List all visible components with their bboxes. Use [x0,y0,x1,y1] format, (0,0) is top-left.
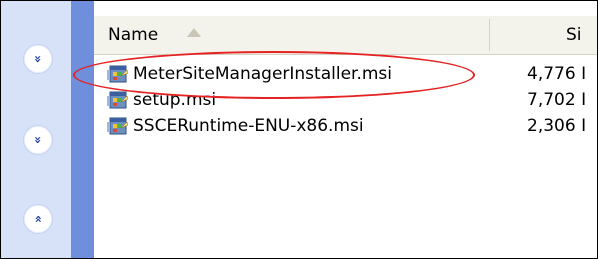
sort-ascending-icon [187,28,201,37]
chevron-up-icon: » [30,215,45,223]
chevron-down-icon: » [30,136,45,144]
file-size: 4,776 I [527,64,587,84]
file-name: SSCERuntime-ENU-x86.msi [133,116,364,136]
task-pane: » » » [1,1,94,258]
expand-section-button-1[interactable]: » [23,44,53,74]
file-size: 7,702 I [527,90,587,110]
chevron-down-icon: » [30,55,45,63]
msi-package-icon [107,91,129,109]
msi-package-icon [107,117,129,135]
explorer-window: » » » Name Si MeterSiteManagerInstaller.… [0,0,598,259]
expand-section-button-2[interactable]: » [23,125,53,155]
file-row[interactable]: SSCERuntime-ENU-x86.msi 2,306 I [107,113,597,139]
collapse-section-button[interactable]: » [23,204,53,234]
name-column-header[interactable]: Name [108,25,158,45]
size-column-header[interactable]: Si [566,25,582,45]
column-divider[interactable] [489,19,490,51]
highlight-annotation-ellipse [73,51,475,99]
file-size: 2,306 I [527,116,587,136]
column-header: Name Si [94,16,597,55]
